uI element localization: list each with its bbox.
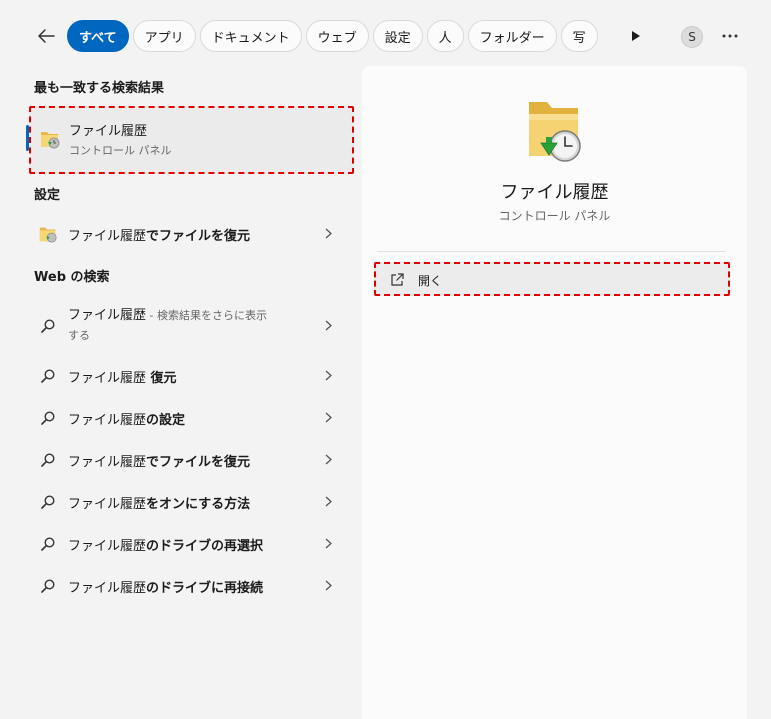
best-match-title: ファイル履歴 xyxy=(69,124,148,139)
chevron-right-icon xyxy=(322,318,334,332)
back-button[interactable] xyxy=(32,22,60,50)
tab-apps[interactable]: アプリ xyxy=(132,20,196,52)
search-icon xyxy=(41,369,55,383)
tab-all[interactable]: すべて xyxy=(67,20,129,52)
tab-people[interactable]: 人 xyxy=(426,20,464,52)
play-right-icon xyxy=(632,31,640,41)
settings-heading: 設定 xyxy=(34,188,61,203)
more-tabs-button[interactable] xyxy=(626,26,646,46)
web-item-label: ファイル履歴でファイルを復元 xyxy=(68,455,251,470)
chevron-right-icon xyxy=(322,368,334,382)
search-filter-bar: すべて アプリ ドキュメント ウェブ 設定 人 フォルダー 写 S xyxy=(0,0,771,70)
tab-web[interactable]: ウェブ xyxy=(305,20,369,52)
web-item[interactable]: ファイル履歴の設定 xyxy=(32,397,344,437)
more-options-button[interactable] xyxy=(718,26,742,46)
search-icon xyxy=(41,319,55,333)
chevron-right-icon xyxy=(322,536,334,550)
best-match-heading: 最も一致する検索結果 xyxy=(34,81,165,96)
chevron-right-icon xyxy=(322,410,334,424)
app-subtitle: コントロール パネル xyxy=(498,209,611,223)
best-match-subtitle: コントロール パネル xyxy=(69,144,172,157)
web-item[interactable]: ファイル履歴のドライブに再接続 xyxy=(32,565,344,605)
web-item-label: ファイル履歴 - 検索結果をさらに表示 する xyxy=(68,308,267,342)
filter-tabs: すべて アプリ ドキュメント ウェブ 設定 人 フォルダー 写 xyxy=(67,20,613,52)
best-match-item[interactable]: ファイル履歴 コントロール パネル xyxy=(29,106,354,174)
tab-settings[interactable]: 設定 xyxy=(372,20,423,52)
web-item-label: ファイル履歴のドライブの再選択 xyxy=(68,539,264,554)
search-icon xyxy=(41,537,55,551)
chevron-right-icon xyxy=(322,494,334,508)
web-item-label: ファイル履歴の設定 xyxy=(68,413,186,428)
chevron-right-icon xyxy=(322,226,334,240)
search-icon xyxy=(41,579,55,593)
web-item-label: ファイル履歴のドライブに再接続 xyxy=(68,581,264,596)
web-item-label: ファイル履歴をオンにする方法 xyxy=(68,497,251,512)
file-history-icon xyxy=(41,132,60,149)
web-item[interactable]: ファイル履歴 復元 xyxy=(32,355,344,395)
chevron-right-icon xyxy=(322,578,334,592)
web-search-heading: Web の検索 xyxy=(34,270,110,285)
open-label: 開く xyxy=(418,274,443,288)
tab-photos[interactable]: 写 xyxy=(560,20,598,52)
search-icon xyxy=(41,453,55,467)
search-icon xyxy=(41,495,55,509)
back-arrow-icon xyxy=(38,29,55,43)
tab-documents[interactable]: ドキュメント xyxy=(199,20,302,52)
results-list: 最も一致する検索結果 ファイル履歴 コントロール パネル 設定 ファイル履歴でフ… xyxy=(0,66,360,719)
search-icon xyxy=(41,411,55,425)
file-history-icon xyxy=(529,102,581,162)
open-external-icon xyxy=(391,273,404,286)
avatar[interactable]: S xyxy=(681,26,703,48)
web-item[interactable]: ファイル履歴をオンにする方法 xyxy=(32,481,344,521)
preview-pane: ファイル履歴 コントロール パネル 開く xyxy=(362,66,747,719)
chevron-right-icon xyxy=(322,452,334,466)
divider xyxy=(377,251,726,252)
open-button[interactable]: 開く xyxy=(374,262,730,296)
web-item-more-results[interactable]: ファイル履歴 - 検索結果をさらに表示 する xyxy=(32,300,344,352)
settings-item-restore[interactable]: ファイル履歴でファイルを復元 xyxy=(32,213,344,253)
file-history-icon xyxy=(39,227,57,243)
web-item-label: ファイル履歴 復元 xyxy=(68,371,177,386)
settings-item-label: ファイル履歴でファイルを復元 xyxy=(68,229,251,244)
tab-folders[interactable]: フォルダー xyxy=(467,20,557,52)
app-title: ファイル履歴 xyxy=(500,182,609,203)
ellipsis-icon xyxy=(722,34,738,38)
web-item[interactable]: ファイル履歴のドライブの再選択 xyxy=(32,523,344,563)
web-item[interactable]: ファイル履歴でファイルを復元 xyxy=(32,439,344,479)
